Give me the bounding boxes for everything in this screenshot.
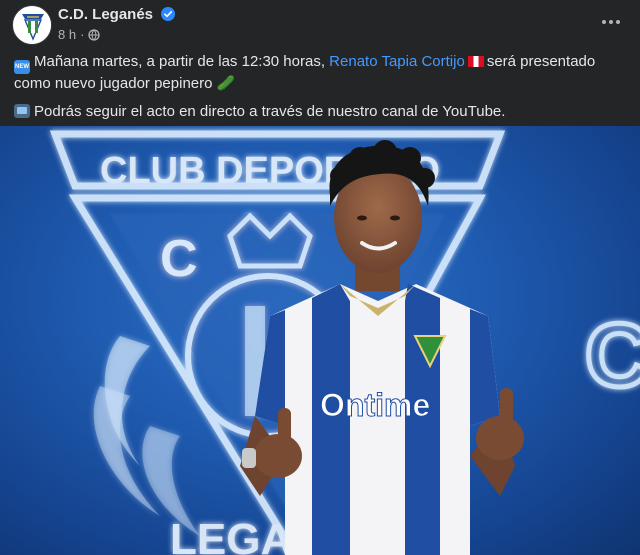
- post-photo[interactable]: CLUB DEPORTIVO C LEGA C Ontime: [0, 126, 640, 555]
- photo-illustration: CLUB DEPORTIVO C LEGA C Ontime: [49, 130, 640, 555]
- cucumber-emoji-icon: 🥒: [216, 75, 236, 92]
- youtube-line: Podrás seguir el acto en directo a travé…: [34, 103, 506, 120]
- peru-flag-icon: [467, 56, 484, 67]
- more-dot: [609, 20, 613, 24]
- text-before-mention: Mañana martes, a partir de las 12:30 hor…: [34, 53, 325, 70]
- mention-link[interactable]: Renato Tapia Cortijo: [329, 53, 465, 70]
- page-name-text[interactable]: C.D. Leganés: [58, 6, 153, 23]
- sign-bottom-text: LEGA: [170, 515, 292, 555]
- post-meta: 8 h ·: [58, 27, 101, 42]
- facebook-post: C.D. Leganés 8 h · NEW Mañana martes, a p…: [0, 0, 640, 555]
- page-name[interactable]: C.D. Leganés: [58, 6, 176, 23]
- sign-mid-text: C: [160, 230, 198, 288]
- globe-icon: [88, 28, 101, 41]
- club-crest-icon: [14, 7, 51, 44]
- post-paragraph-2: Podrás seguir el acto en directo a travé…: [14, 102, 626, 122]
- more-dot: [616, 20, 620, 24]
- shirt-sponsor: Ontime: [320, 387, 430, 423]
- tv-emoji-icon: [14, 104, 30, 118]
- right-letter: C: [585, 306, 640, 406]
- verified-badge-icon: [161, 7, 176, 21]
- post-header: C.D. Leganés 8 h ·: [0, 0, 640, 48]
- more-dot: [602, 20, 606, 24]
- new-emoji-icon: NEW: [14, 60, 30, 74]
- post-timestamp[interactable]: 8 h: [58, 27, 76, 42]
- more-options-icon[interactable]: [598, 12, 624, 32]
- post-text: NEW Mañana martes, a partir de las 12:30 …: [14, 52, 626, 130]
- page-avatar[interactable]: [12, 5, 52, 45]
- meta-separator: ·: [80, 27, 85, 42]
- post-paragraph-1: NEW Mañana martes, a partir de las 12:30 …: [14, 52, 626, 94]
